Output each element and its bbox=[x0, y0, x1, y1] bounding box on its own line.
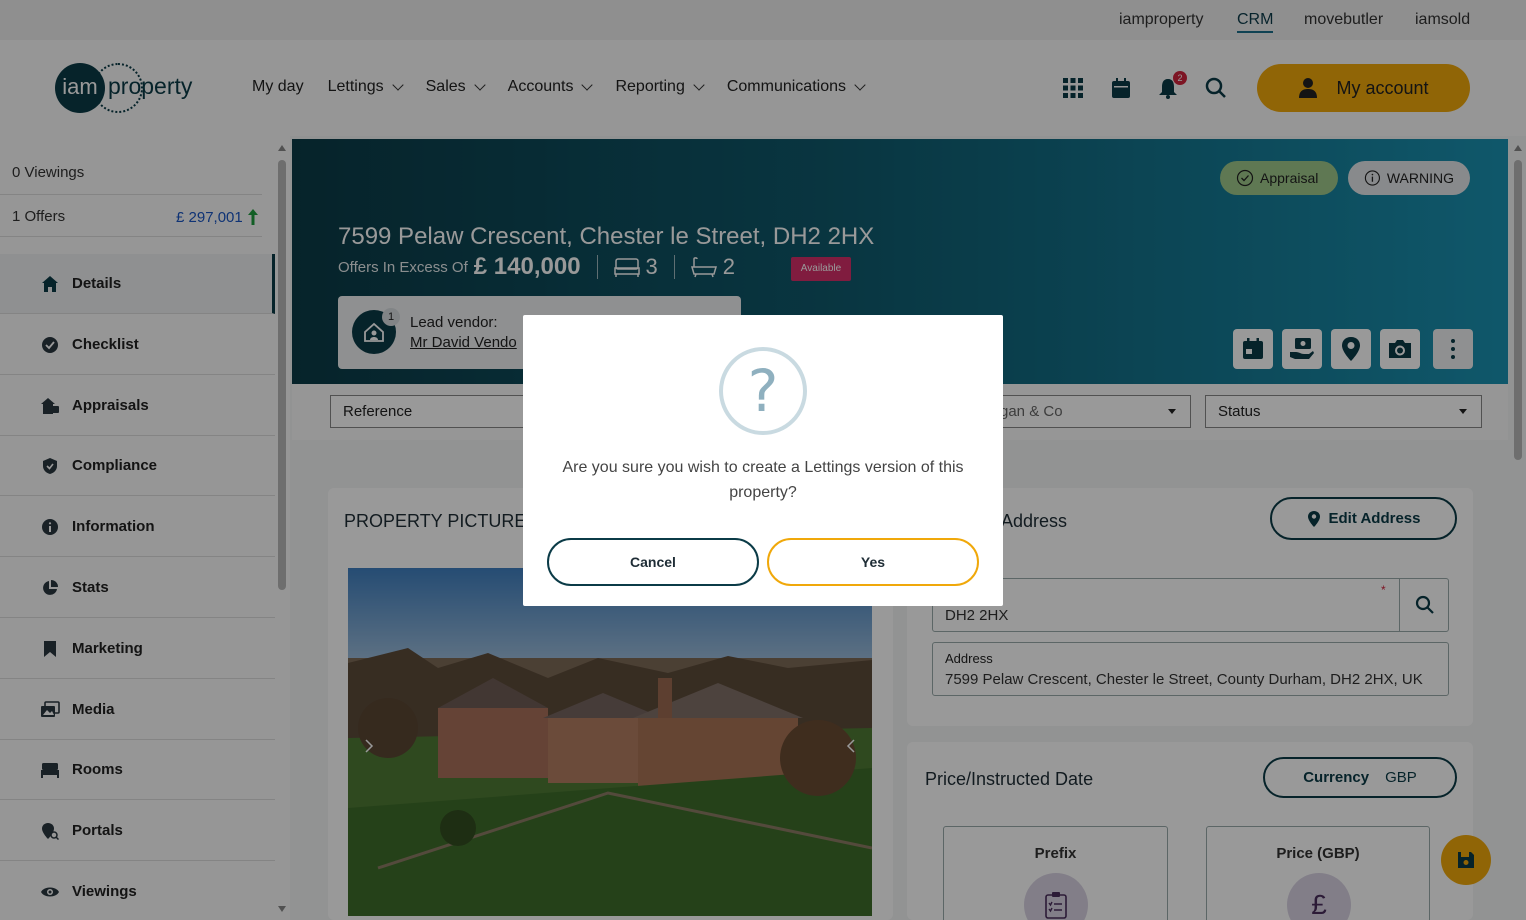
confirm-dialog: ? Are you sure you wish to create a Lett… bbox=[523, 315, 1003, 606]
question-icon: ? bbox=[719, 347, 807, 435]
yes-button[interactable]: Yes bbox=[767, 538, 979, 586]
cancel-button[interactable]: Cancel bbox=[547, 538, 759, 586]
confirm-message: Are you sure you wish to create a Lettin… bbox=[562, 459, 964, 501]
